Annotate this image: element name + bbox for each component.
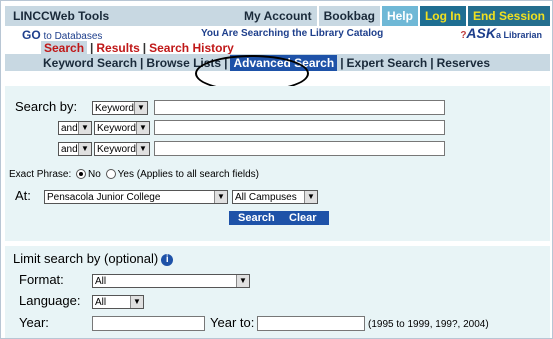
goto-databases-link[interactable]: GO to Databases — [22, 28, 102, 42]
bookbag-link[interactable]: Bookbag — [319, 6, 380, 26]
exact-yes-radio[interactable] — [105, 169, 116, 180]
field-select-2[interactable]: Keyword ▼ — [94, 121, 150, 135]
year-format-note: (1995 to 1999, 199?, 2004) — [368, 319, 489, 330]
field-select-3[interactable]: Keyword ▼ — [94, 142, 150, 156]
page-frame: LINCCWeb Tools My Account Bookbag Help L… — [0, 0, 553, 339]
field-select-1[interactable]: Keyword ▼ — [92, 101, 148, 115]
language-select[interactable]: All ▼ — [92, 295, 144, 309]
expert-search-link[interactable]: Expert Search — [347, 56, 428, 70]
search-buttons: Search Clear — [229, 211, 329, 225]
year-label: Year: — [19, 315, 49, 330]
main-tabs: Search | Results | Search History — [41, 41, 234, 55]
search-input-3[interactable] — [154, 141, 445, 156]
ask-a-librarian-link[interactable]: ?ASKa Librarian — [460, 25, 542, 41]
reserves-link[interactable]: Reserves — [437, 56, 490, 70]
tab-search[interactable]: Search — [41, 41, 88, 55]
chevron-down-icon: ▼ — [134, 102, 147, 114]
my-account-link[interactable]: My Account — [239, 6, 317, 26]
end-session-link[interactable]: End Session — [467, 6, 550, 26]
chevron-down-icon: ▼ — [78, 122, 91, 134]
chevron-down-icon: ▼ — [236, 275, 249, 287]
at-label: At: — [15, 188, 31, 203]
chevron-down-icon: ▼ — [136, 122, 149, 134]
advanced-search-link[interactable]: Advanced Search — [230, 55, 338, 71]
year-to-input[interactable] — [257, 316, 365, 331]
help-link[interactable]: Help — [381, 6, 418, 26]
chevron-down-icon: ▼ — [214, 191, 227, 203]
searching-catalog-text: You Are Searching the Library Catalog — [201, 28, 384, 39]
login-link[interactable]: Log In — [419, 6, 466, 26]
search-type-nav: Keyword Search | Browse Lists | Advanced Sea… — [5, 54, 550, 71]
search-button[interactable]: Search — [238, 212, 275, 224]
search-input-1[interactable] — [154, 100, 445, 115]
bool-select-3[interactable]: and ▼ — [58, 142, 92, 156]
year-to-label: Year to: — [210, 315, 255, 330]
chevron-down-icon: ▼ — [304, 191, 317, 203]
keyword-search-link[interactable]: Keyword Search — [43, 56, 137, 70]
search-by-label: Search by: — [15, 99, 78, 114]
tab-search-history[interactable]: Search History — [149, 41, 234, 55]
tab-results[interactable]: Results — [96, 41, 139, 55]
search-input-2[interactable] — [154, 120, 445, 135]
exact-phrase-row: Exact Phrase: No Yes (Applies to all sea… — [9, 169, 260, 180]
header-bar: LINCCWeb Tools My Account Bookbag Help L… — [5, 6, 550, 26]
chevron-down-icon: ▼ — [78, 143, 91, 155]
clear-button[interactable]: Clear — [289, 212, 317, 224]
exact-no-radio[interactable] — [76, 169, 87, 180]
format-select[interactable]: All ▼ — [92, 274, 250, 288]
brand-title: LINCCWeb Tools — [13, 9, 110, 23]
info-bar: GO to Databases You Are Searching the Li… — [5, 25, 550, 42]
language-label: Language: — [19, 293, 81, 308]
location-select[interactable]: Pensacola Junior College ▼ — [44, 190, 228, 204]
info-icon[interactable]: i — [161, 253, 174, 266]
section-divider — [5, 241, 550, 246]
bool-select-2[interactable]: and ▼ — [58, 121, 92, 135]
campus-select[interactable]: All Campuses ▼ — [232, 190, 318, 204]
chevron-down-icon: ▼ — [136, 143, 149, 155]
header-nav: My Account Bookbag Help Log In End Sessi… — [239, 6, 550, 26]
search-panel: Search by: Keyword ▼ and ▼ Keyword ▼ and ▼ K… — [5, 86, 550, 338]
format-label: Format: — [19, 272, 64, 287]
chevron-down-icon: ▼ — [130, 296, 143, 308]
browse-lists-link[interactable]: Browse Lists — [146, 56, 221, 70]
limit-title: Limit search by (optional) i — [13, 251, 174, 266]
year-input[interactable] — [92, 316, 205, 331]
